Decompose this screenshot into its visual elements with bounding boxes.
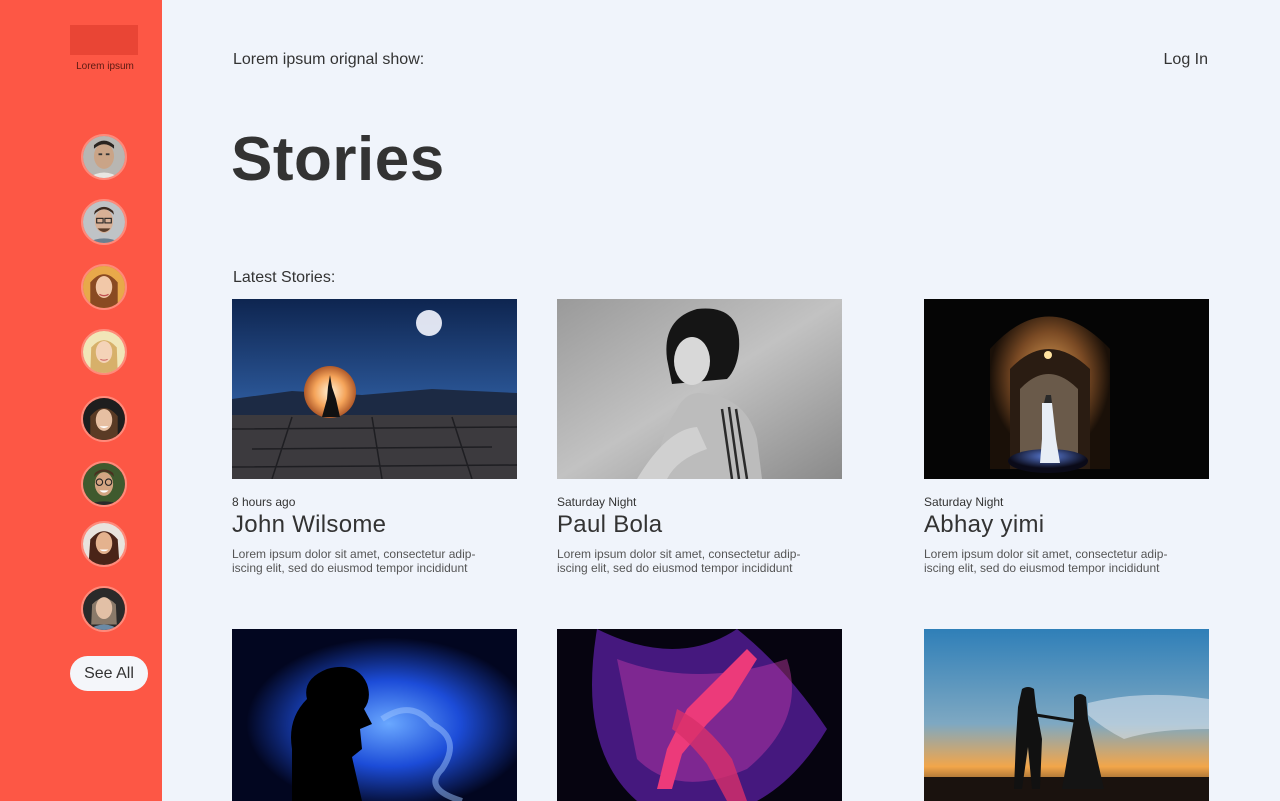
story-time: Saturday Night	[924, 495, 1004, 509]
story-card[interactable]	[924, 629, 1209, 801]
story-description: Lorem ipsum dolor sit amet, consectetur …	[232, 547, 476, 575]
story-card[interactable]	[232, 629, 517, 801]
logo[interactable]	[70, 25, 138, 55]
story-image[interactable]	[232, 299, 517, 479]
main-content: Lorem ipsum orignal show: Log In Stories…	[162, 0, 1280, 801]
show-label: Lorem ipsum orignal show:	[233, 51, 425, 68]
avatar[interactable]	[81, 586, 127, 632]
story-card[interactable]	[557, 629, 842, 801]
story-image[interactable]	[924, 629, 1209, 801]
story-card[interactable]: Saturday Night Abhay yimi Lorem ipsum do…	[924, 299, 1209, 575]
story-description: Lorem ipsum dolor sit amet, consectetur …	[924, 547, 1168, 575]
story-card[interactable]: Saturday Night Paul Bola Lorem ipsum dol…	[557, 299, 842, 575]
story-time: Saturday Night	[557, 495, 637, 509]
story-time: 8 hours ago	[232, 495, 296, 509]
logo-text: Lorem ipsum	[76, 61, 134, 72]
see-all-button[interactable]: See All	[70, 656, 148, 691]
story-description: Lorem ipsum dolor sit amet, consectetur …	[557, 547, 801, 575]
avatar[interactable]	[81, 521, 127, 567]
story-card[interactable]: 8 hours ago John Wilsome Lorem ipsum dol…	[232, 299, 517, 575]
login-link[interactable]: Log In	[1164, 51, 1208, 69]
avatar[interactable]	[81, 461, 127, 507]
avatar[interactable]	[81, 329, 127, 375]
avatar[interactable]	[81, 264, 127, 310]
story-name[interactable]: Abhay yimi	[924, 511, 1209, 539]
story-image[interactable]	[557, 299, 842, 479]
story-name[interactable]: John Wilsome	[232, 511, 517, 539]
story-image[interactable]	[924, 299, 1209, 479]
story-image[interactable]	[232, 629, 517, 801]
avatar[interactable]	[81, 396, 127, 442]
section-label: Latest Stories:	[233, 269, 336, 286]
page-title: Stories	[231, 125, 445, 194]
sidebar: Lorem ipsum See All	[0, 0, 162, 801]
avatar[interactable]	[81, 134, 127, 180]
avatar[interactable]	[81, 199, 127, 245]
story-name[interactable]: Paul Bola	[557, 511, 842, 539]
story-image[interactable]	[557, 629, 842, 801]
